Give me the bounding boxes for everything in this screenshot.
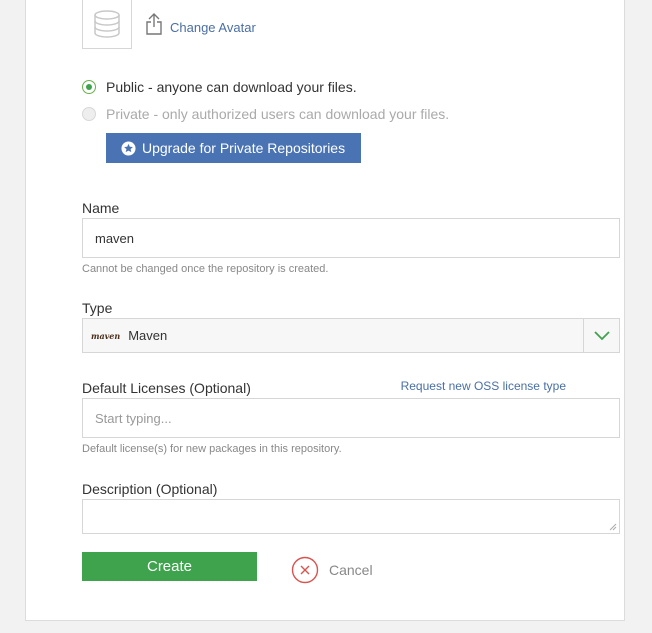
radio-public-label: Public - anyone can download your files.	[106, 79, 357, 95]
licenses-label: Default Licenses (Optional)	[82, 380, 251, 396]
name-input[interactable]: maven	[82, 218, 620, 258]
type-select[interactable]: maven Maven	[82, 318, 620, 353]
radio-public[interactable]: Public - anyone can download your files.	[82, 79, 357, 95]
upgrade-private-button[interactable]: Upgrade for Private Repositories	[106, 133, 361, 163]
cancel-label: Cancel	[329, 562, 373, 578]
maven-logo: maven	[91, 330, 121, 341]
avatar-preview	[82, 0, 132, 49]
type-select-toggle[interactable]	[583, 319, 619, 352]
resize-handle-icon[interactable]	[609, 523, 617, 531]
radio-private-indicator[interactable]	[82, 107, 96, 121]
close-circle-icon	[291, 556, 319, 584]
type-select-value: Maven	[128, 328, 168, 343]
upload-icon	[146, 13, 162, 35]
licenses-input[interactable]: Start typing...	[82, 398, 620, 438]
request-license-link[interactable]: Request new OSS license type	[401, 379, 566, 393]
description-textarea[interactable]	[82, 499, 620, 534]
type-label: Type	[82, 300, 113, 316]
name-label: Name	[82, 200, 120, 216]
cancel-button[interactable]: Cancel	[291, 556, 373, 584]
radio-private-label: Private - only authorized users can down…	[106, 106, 450, 122]
upgrade-private-label: Upgrade for Private Repositories	[142, 140, 346, 156]
licenses-help: Default license(s) for new packages in t…	[82, 443, 342, 455]
create-repository-form: Change Avatar Public - anyone can downlo…	[25, 0, 625, 621]
database-icon	[94, 10, 120, 38]
star-circle-icon	[121, 140, 136, 156]
change-avatar-link[interactable]: Change Avatar	[146, 13, 256, 35]
change-avatar-label: Change Avatar	[170, 19, 256, 35]
chevron-down-icon	[593, 330, 610, 340]
radio-public-indicator[interactable]	[82, 80, 96, 94]
description-label: Description (Optional)	[82, 481, 218, 497]
radio-private[interactable]: Private - only authorized users can down…	[82, 106, 449, 122]
create-button[interactable]: Create	[82, 552, 257, 581]
name-help: Cannot be changed once the repository is…	[82, 263, 329, 275]
